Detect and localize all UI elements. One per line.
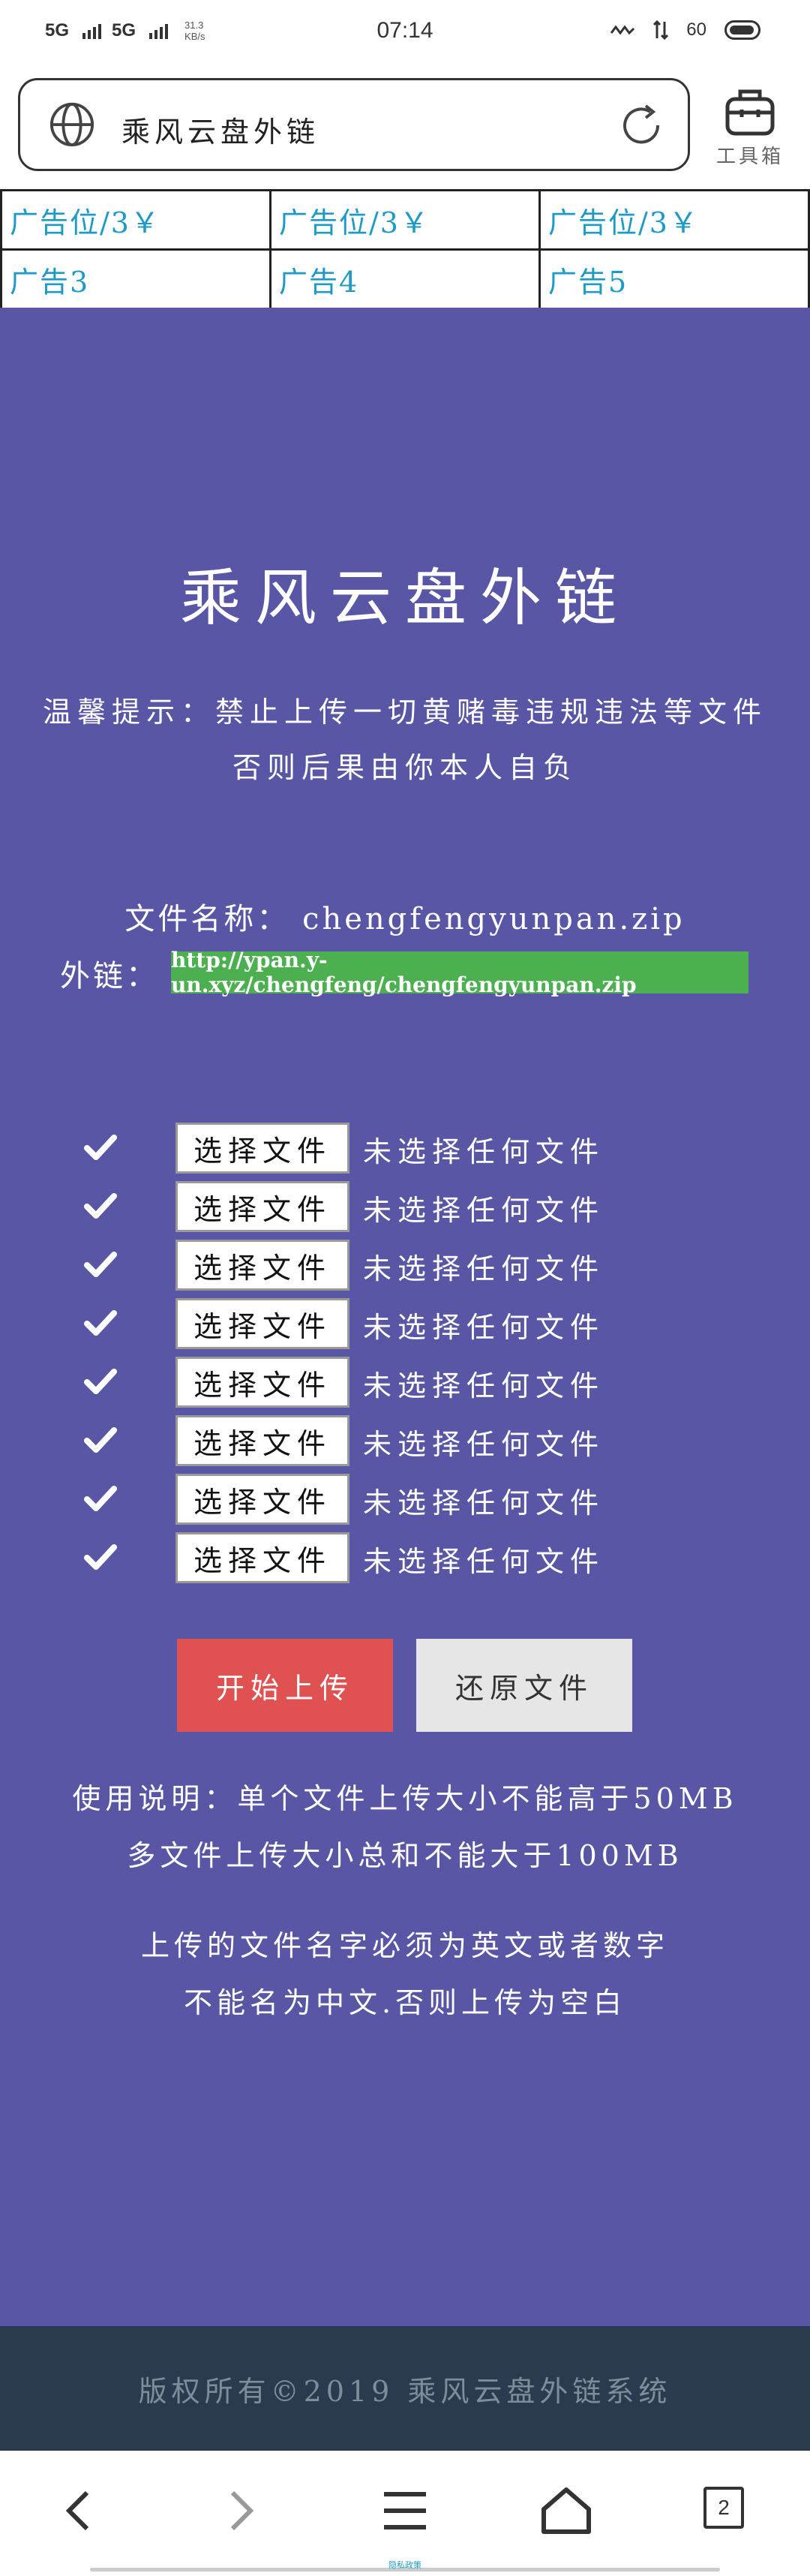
file-input-list: 选择文件 未选择任何文件 选择文件 未选择任何文件 选择文件 未选择任何文件 选择文件 未选择… [84, 1118, 759, 1586]
menu-button[interactable] [368, 2473, 442, 2548]
choose-file-button[interactable]: 选择文件 [176, 1298, 350, 1349]
file-input-row: 选择文件 未选择任何文件 [84, 1235, 759, 1294]
check-icon [84, 1252, 117, 1277]
ad-table: 广告位/3￥ 广告位/3￥ 广告位/3￥ 广告3 广告4 广告5 [0, 189, 810, 310]
choose-file-button[interactable]: 选择文件 [176, 1357, 350, 1408]
tabs-button[interactable]: 2 [690, 2473, 765, 2548]
ad-row: 广告位/3￥ 广告位/3￥ 广告位/3￥ [0, 189, 810, 251]
home-button[interactable] [529, 2473, 604, 2548]
check-icon [84, 1486, 117, 1511]
check-icon [84, 1193, 117, 1219]
menu-icon [384, 2492, 426, 2529]
check-icon [84, 1310, 117, 1336]
status-bar: 5G 5G 31.3 KB/s 07:14 60 [0, 0, 810, 66]
globe-icon [50, 102, 94, 147]
reset-button[interactable]: 还原文件 [416, 1639, 632, 1732]
usage-note-line2: 多文件上传大小总和不能大于100MB [127, 1839, 683, 1872]
file-name-label: 文件名称： [124, 902, 290, 936]
toolbox-icon [725, 89, 775, 136]
refresh-icon[interactable] [617, 101, 665, 149]
wifi-icon [610, 25, 635, 35]
file-name-value: chengfengyunpan.zip [302, 902, 686, 936]
ad-slot[interactable]: 广告4 [269, 248, 541, 310]
tab-count: 2 [704, 2487, 744, 2529]
no-file-selected-label: 未选择任何文件 [363, 1486, 605, 1519]
file-name-row: 文件名称： chengfengyunpan.zip [0, 894, 810, 938]
status-right: 60 [610, 20, 760, 41]
battery-icon [724, 20, 760, 40]
file-input-row: 选择文件 未选择任何文件 [84, 1469, 759, 1528]
data-activity-icon [653, 20, 669, 40]
chevron-left-icon [65, 2490, 89, 2531]
choose-file-button[interactable]: 选择文件 [176, 1532, 350, 1583]
file-input-row: 选择文件 未选择任何文件 [84, 1528, 759, 1586]
no-file-selected-label: 未选择任何文件 [363, 1545, 605, 1578]
no-file-selected-label: 未选择任何文件 [363, 1311, 605, 1344]
ad-slot[interactable]: 广告位/3￥ [538, 189, 810, 251]
chevron-right-icon [230, 2490, 254, 2531]
no-file-selected-label: 未选择任何文件 [363, 1135, 605, 1168]
battery-level: 60 [686, 20, 706, 40]
bottom-nav: 2 [0, 2451, 810, 2576]
check-icon [84, 1135, 117, 1160]
check-icon [84, 1544, 117, 1570]
home-icon [542, 2487, 591, 2534]
bottom-link-label[interactable]: 隐私政策 [0, 2559, 810, 2571]
upload-button[interactable]: 开始上传 [177, 1639, 393, 1732]
toolbox-label: 工具箱 [716, 146, 784, 168]
page-title: 乘风云盘外链 [179, 563, 630, 634]
warning-tip-line2: 否则后果由你本人自负 [232, 751, 578, 784]
file-input-row: 选择文件 未选择任何文件 [84, 1177, 759, 1235]
no-file-selected-label: 未选择任何文件 [363, 1194, 605, 1227]
usage-note-line4: 不能名为中文.否则上传为空白 [183, 1986, 627, 2019]
file-input-row: 选择文件 未选择任何文件 [84, 1118, 759, 1177]
choose-file-button[interactable]: 选择文件 [176, 1123, 350, 1174]
ad-row: 广告3 广告4 广告5 [0, 248, 810, 310]
warning-tip-line1: 温馨提示：禁止上传一切黄赌毒违规违法等文件 [42, 696, 767, 729]
check-icon [84, 1427, 117, 1453]
choose-file-button[interactable]: 选择文件 [176, 1240, 350, 1291]
address-bar[interactable]: 乘风云盘外链 [18, 78, 690, 171]
no-file-selected-label: 未选择任何文件 [363, 1428, 605, 1461]
address-title: 乘风云盘外链 [122, 116, 320, 149]
back-button[interactable] [42, 2473, 117, 2548]
forward-button[interactable] [202, 2473, 278, 2548]
file-input-row: 选择文件 未选择任何文件 [84, 1411, 759, 1469]
file-input-row: 选择文件 未选择任何文件 [84, 1352, 759, 1411]
ad-slot[interactable]: 广告3 [0, 248, 272, 310]
footer-copyright: 版权所有©2019 乘风云盘外链系统 [0, 2326, 810, 2451]
file-input-row: 选择文件 未选择任何文件 [84, 1294, 759, 1352]
no-file-selected-label: 未选择任何文件 [363, 1252, 605, 1285]
usage-note-line1: 使用说明：单个文件上传大小不能高于50MB [72, 1782, 738, 1815]
toolbox-button[interactable]: 工具箱 [709, 84, 791, 168]
usage-note-line3: 上传的文件名字必须为英文或者数字 [140, 1929, 669, 1962]
ad-slot[interactable]: 广告位/3￥ [269, 189, 541, 251]
main-section: 乘风云盘外链 温馨提示：禁止上传一切黄赌毒违规违法等文件 否则后果由你本人自负 … [0, 308, 810, 2326]
choose-file-button[interactable]: 选择文件 [176, 1415, 350, 1466]
ad-slot[interactable]: 广告5 [538, 248, 810, 310]
choose-file-button[interactable]: 选择文件 [176, 1474, 350, 1525]
choose-file-button[interactable]: 选择文件 [176, 1181, 350, 1232]
no-file-selected-label: 未选择任何文件 [363, 1369, 605, 1402]
ad-slot[interactable]: 广告位/3￥ [0, 189, 272, 251]
check-icon [84, 1369, 117, 1394]
external-link[interactable]: http://ypan.y-un.xyz/chengfeng/chengfeng… [171, 948, 748, 997]
